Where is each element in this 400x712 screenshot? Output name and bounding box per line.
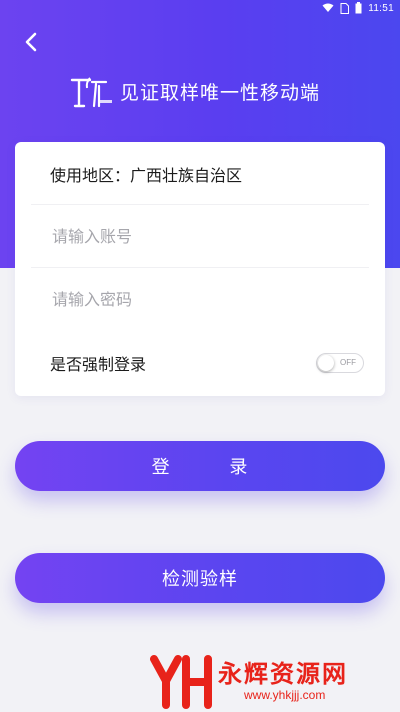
region-label: 使用地区：广西壮族自治区: [50, 162, 242, 186]
sim-icon: [340, 2, 350, 14]
toggle-state-label: OFF: [340, 358, 356, 367]
password-input[interactable]: [50, 289, 354, 310]
watermark-text: 永辉资源网 www.yhkjjj.com: [218, 660, 348, 702]
force-login-toggle[interactable]: OFF: [316, 353, 364, 373]
password-row: [15, 268, 385, 331]
login-button[interactable]: 登 录: [15, 441, 385, 491]
app-brand: 见证取样唯一性移动端: [68, 72, 320, 110]
watermark-title: 永辉资源网: [218, 660, 348, 688]
status-bar: 11:51: [0, 0, 400, 18]
region-row: 使用地区：广西壮族自治区: [15, 142, 385, 205]
wifi-icon: [322, 3, 334, 12]
login-card: 使用地区：广西壮族自治区 是否强制登录 OFF: [15, 142, 385, 396]
app-title: 见证取样唯一性移动端: [120, 81, 321, 104]
region-value: 广西壮族自治区: [130, 165, 243, 185]
region-label-text: 使用地区：: [50, 165, 131, 185]
force-login-label: 是否强制登录: [50, 354, 147, 374]
watermark-url: www.yhkjjj.com: [244, 688, 326, 702]
toggle-knob: [318, 355, 334, 371]
watermark-logo-icon: [150, 655, 212, 709]
chevron-left-icon: [25, 32, 37, 52]
account-input[interactable]: [50, 226, 354, 247]
watermark: 永辉资源网 www.yhkjjj.com: [150, 652, 400, 710]
status-time: 11:51: [368, 2, 394, 14]
force-login-row: 是否强制登录 OFF: [15, 331, 385, 394]
back-button[interactable]: [18, 28, 46, 56]
check-sample-button[interactable]: 检测验样: [15, 553, 385, 603]
app-logo-icon: [70, 77, 112, 108]
account-row: [15, 205, 385, 268]
status-icons: 11:51: [322, 2, 394, 14]
battery-icon: [355, 2, 362, 14]
